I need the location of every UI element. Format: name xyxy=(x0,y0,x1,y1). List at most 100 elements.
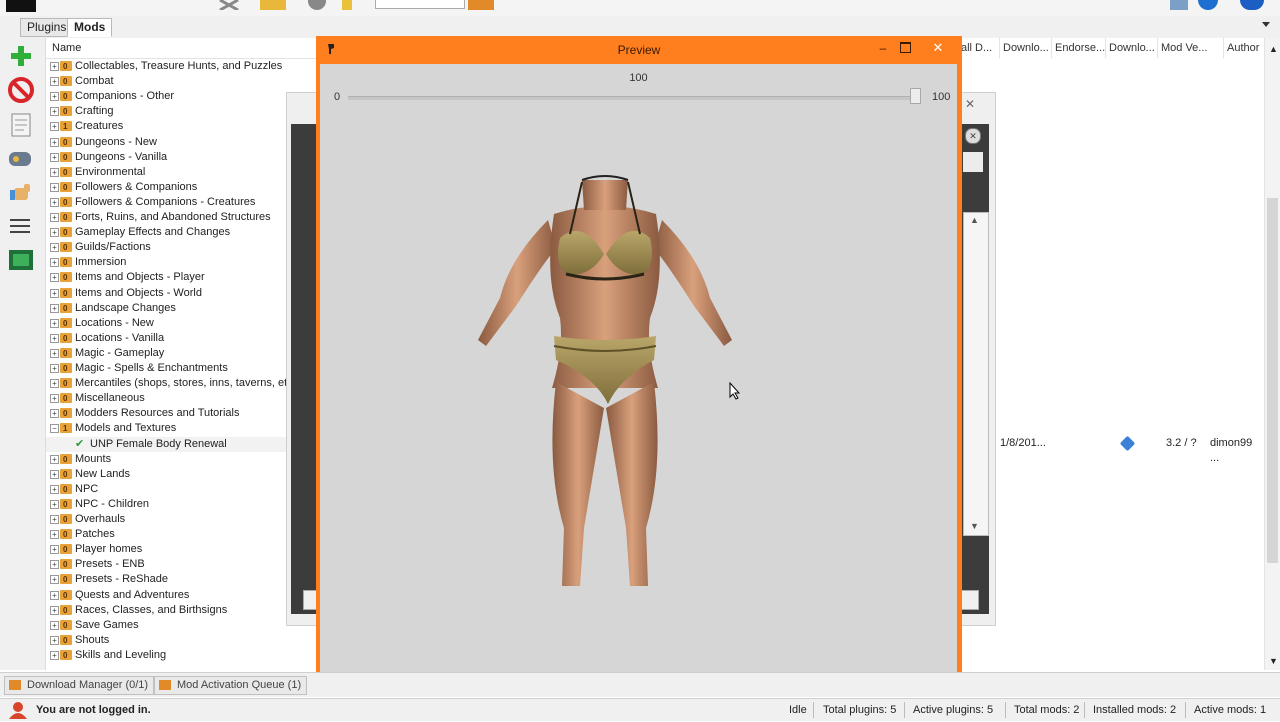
expand-icon[interactable]: + xyxy=(50,213,59,222)
column-header-name[interactable]: Name xyxy=(52,42,81,54)
expand-icon[interactable]: + xyxy=(50,530,59,540)
categories-button[interactable] xyxy=(6,144,36,172)
maximize-button[interactable] xyxy=(900,42,911,53)
side-scroll-down-icon[interactable]: ▼ xyxy=(970,521,979,531)
tree-category-row[interactable]: +0 Modders Resources and Tutorials xyxy=(46,406,318,421)
tree-category-row[interactable]: +0 Gameplay Effects and Changes xyxy=(46,225,318,240)
tree-category-row[interactable]: +0 Locations - Vanilla xyxy=(46,331,318,346)
tree-category-row[interactable]: +0 Combat xyxy=(46,74,318,89)
clear-icon[interactable]: ✕ xyxy=(965,128,981,144)
side-list[interactable]: ▲ ▼ xyxy=(963,212,989,536)
tree-category-row[interactable]: +0 Skills and Leveling xyxy=(46,648,318,663)
tree-category-row[interactable]: +0 Forts, Ruins, and Abandoned Structures xyxy=(46,210,318,225)
tree-category-row[interactable]: +0 Player homes xyxy=(46,542,318,557)
expand-icon[interactable]: + xyxy=(50,107,59,117)
edit-mod-button[interactable] xyxy=(6,110,36,138)
login-status[interactable]: You are not logged in. xyxy=(36,702,151,718)
package-icon[interactable] xyxy=(468,0,494,10)
add-mod-button[interactable] xyxy=(6,42,36,70)
tree-category-row[interactable]: +0 Guilds/Factions xyxy=(46,240,318,255)
minimize-button[interactable]: – xyxy=(876,41,890,55)
expand-icon[interactable]: + xyxy=(50,92,59,102)
list-view-button[interactable] xyxy=(6,212,36,240)
expand-icon[interactable]: + xyxy=(50,394,59,404)
endorse-button[interactable] xyxy=(6,178,36,206)
lightbulb-icon[interactable] xyxy=(342,0,352,10)
expand-icon[interactable]: + xyxy=(50,469,59,479)
expand-icon[interactable]: + xyxy=(50,545,59,555)
tree-category-row[interactable]: +0 Companions - Other xyxy=(46,89,318,104)
column-header-mod-version[interactable]: Mod Ve... xyxy=(1158,38,1224,58)
expand-icon[interactable]: + xyxy=(50,273,59,283)
expand-icon[interactable]: + xyxy=(50,590,59,600)
tree-category-row[interactable]: +0 New Lands xyxy=(46,467,318,482)
expand-icon[interactable]: + xyxy=(50,77,59,87)
tree-category-row[interactable]: +0 Mercantiles (shops, stores, inns, tave… xyxy=(46,376,318,391)
tab-download-manager[interactable]: Download Manager (0/1) xyxy=(4,676,155,695)
expand-icon[interactable]: + xyxy=(50,515,59,524)
tree-category-row[interactable]: +0 Magic - Spells & Enchantments xyxy=(46,361,318,376)
tree-category-row[interactable]: +0 Followers & Companions - Creatures xyxy=(46,195,318,210)
chevron-down-icon[interactable] xyxy=(1262,22,1270,27)
tree-category-row[interactable]: +0 Miscellaneous xyxy=(46,391,318,406)
expand-icon[interactable]: + xyxy=(50,258,59,268)
expand-icon[interactable]: + xyxy=(50,364,59,373)
expand-icon[interactable]: + xyxy=(50,635,59,645)
side-scroll-up-icon[interactable]: ▲ xyxy=(970,215,979,225)
refresh-icon[interactable] xyxy=(1198,0,1218,10)
tree-category-row[interactable]: +0 Magic - Gameplay xyxy=(46,346,318,361)
tree-category-row[interactable]: +0 Dungeons - Vanilla xyxy=(46,150,318,165)
table-row[interactable]: 1/8/201... 3.2 / ? dimon99 ... xyxy=(998,435,1264,464)
expand-icon[interactable]: + xyxy=(50,152,59,162)
column-header-download[interactable]: Downlo... xyxy=(1106,38,1158,58)
tree-category-row[interactable]: +0 Collectables, Treasure Hunts, and Puzz… xyxy=(46,59,318,74)
side-field[interactable] xyxy=(963,152,983,172)
tree-category-row[interactable]: +0 Crafting xyxy=(46,104,318,119)
tree-category-row[interactable]: +0 Mounts xyxy=(46,452,318,467)
expand-icon[interactable]: + xyxy=(50,560,59,570)
expand-icon[interactable]: + xyxy=(50,499,59,509)
export-button[interactable] xyxy=(6,246,36,274)
profile-select[interactable] xyxy=(375,0,465,9)
tree-category-row[interactable]: +0 Followers & Companions xyxy=(46,180,318,195)
gear-icon[interactable] xyxy=(308,0,326,10)
tree-category-row[interactable]: +0 Presets - ENB xyxy=(46,557,318,572)
tab-mod-activation-queue[interactable]: Mod Activation Queue (1) xyxy=(154,676,308,695)
tree-category-row[interactable]: +0 Save Games xyxy=(46,618,318,633)
expand-icon[interactable]: + xyxy=(50,484,59,494)
tree-category-row[interactable]: +0 Items and Objects - Player xyxy=(46,270,318,285)
expand-icon[interactable]: + xyxy=(50,409,59,419)
scroll-thumb[interactable] xyxy=(1267,198,1278,563)
user-avatar-icon[interactable] xyxy=(8,701,28,719)
expand-icon[interactable]: + xyxy=(50,197,59,207)
expand-icon[interactable]: + xyxy=(50,288,59,298)
expand-icon[interactable]: + xyxy=(50,379,59,389)
expand-icon[interactable]: + xyxy=(50,228,59,238)
weight-slider-track[interactable] xyxy=(348,96,920,100)
expand-icon[interactable]: + xyxy=(50,333,59,343)
close-button[interactable]: ✕ xyxy=(930,40,946,56)
tree-category-row[interactable]: +0 Shouts xyxy=(46,633,318,648)
scroll-down-icon[interactable]: ▼ xyxy=(1269,656,1278,666)
folder-icon[interactable] xyxy=(260,0,286,10)
mod-list-scrollbar[interactable]: ▲ ▼ xyxy=(1264,38,1280,670)
expand-icon[interactable]: + xyxy=(50,575,59,585)
tree-category-row[interactable]: −1 Models and Textures xyxy=(46,421,318,436)
expand-icon[interactable]: + xyxy=(50,243,59,253)
tree-category-row[interactable]: +0 Presets - ReShade xyxy=(46,572,318,587)
close-icon[interactable]: ✕ xyxy=(965,97,975,111)
tree-category-row[interactable]: +0 Quests and Adventures xyxy=(46,588,318,603)
tree-category-row[interactable]: +0 Patches xyxy=(46,527,318,542)
tree-category-row[interactable]: +0 Environmental xyxy=(46,165,318,180)
tree-category-row[interactable]: +0 Landscape Changes xyxy=(46,301,318,316)
scroll-up-icon[interactable]: ▲ xyxy=(1269,44,1278,54)
expand-icon[interactable]: + xyxy=(50,348,59,358)
delete-mod-button[interactable] xyxy=(6,76,36,104)
tree-category-row[interactable]: +0 Immersion xyxy=(46,255,318,270)
tools-icon[interactable] xyxy=(218,0,240,12)
column-header-endorsement[interactable]: Endorse... xyxy=(1052,38,1106,58)
expand-icon[interactable]: + xyxy=(50,650,59,660)
column-header-download-id[interactable]: Downlo... xyxy=(1000,38,1052,58)
expand-icon[interactable]: + xyxy=(50,122,59,132)
info-icon[interactable] xyxy=(1240,0,1264,10)
